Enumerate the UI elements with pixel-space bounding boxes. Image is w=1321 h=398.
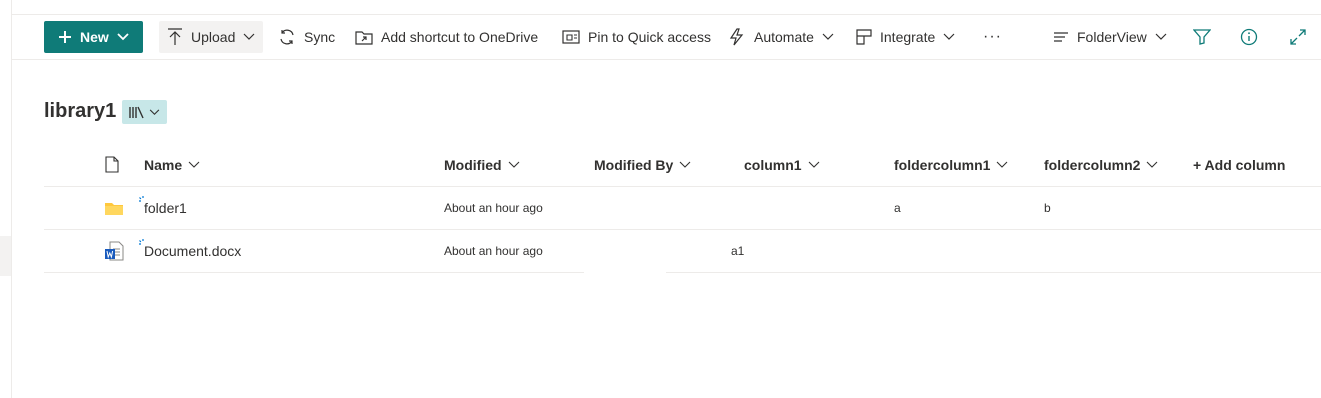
filter-icon [1193, 29, 1211, 45]
chevron-down-icon [1155, 33, 1167, 40]
chevron-down-icon [808, 161, 819, 168]
column-header-modified[interactable]: Modified [444, 157, 520, 173]
rail-tab[interactable] [0, 236, 11, 276]
automate-icon [729, 28, 744, 46]
library-icon [129, 106, 144, 118]
info-button[interactable] [1240, 21, 1258, 53]
file-type-icon [105, 156, 119, 173]
column-header-name[interactable]: Name [144, 157, 200, 173]
pin-icon [562, 30, 580, 44]
word-file-icon [105, 241, 124, 261]
column-header-column1[interactable]: column1 [744, 157, 820, 173]
filter-button[interactable] [1193, 21, 1211, 53]
plus-icon [59, 31, 71, 43]
chevron-down-icon [243, 33, 255, 40]
pin-quick-access-button[interactable]: Pin to Quick access [562, 21, 711, 53]
integrate-label: Integrate [880, 29, 936, 45]
automate-label: Automate [754, 29, 814, 45]
folder-icon [105, 203, 123, 215]
integrate-icon [856, 29, 872, 45]
upload-button[interactable]: Upload [159, 21, 264, 53]
sync-button[interactable]: Sync [278, 21, 335, 53]
more-icon: ··· [983, 28, 1002, 45]
sync-button-label: Sync [304, 29, 336, 45]
chevron-down-icon [188, 161, 200, 168]
column-header-foldercolumn2[interactable]: foldercolumn2 [1044, 157, 1158, 173]
chevron-down-icon [1147, 161, 1158, 168]
chevron-down-icon [117, 33, 129, 41]
chevron-down-icon [508, 161, 519, 168]
command-bar: New Upload Sync Add shortcut to OneDrive… [11, 15, 1321, 60]
column-header-foldercolumn1[interactable]: foldercolumn1 [894, 157, 1008, 173]
column-header-modified-label: Modified [444, 157, 502, 173]
chevron-down-icon [822, 33, 834, 40]
column-header-modified-by-label: Modified By [594, 157, 674, 173]
column-header-name-label: Name [144, 157, 183, 173]
add-column-button[interactable]: + Add column [1193, 157, 1285, 173]
redacted-area [584, 230, 666, 274]
view-selector-label: FolderView [1077, 29, 1147, 45]
table-row[interactable]: Document.docx About an hour ago a1 [44, 230, 1321, 273]
expand-icon [1290, 29, 1306, 45]
item-name-link[interactable]: folder1 [144, 200, 187, 216]
item-modified: About an hour ago [444, 201, 543, 215]
chevron-down-icon [943, 33, 955, 40]
library-view-button[interactable] [122, 100, 167, 124]
add-shortcut-label: Add shortcut to OneDrive [381, 29, 539, 45]
chevron-down-icon [679, 161, 691, 168]
pin-quick-access-label: Pin to Quick access [588, 29, 711, 45]
more-button[interactable]: ··· [983, 21, 1002, 53]
view-lines-icon [1054, 32, 1068, 42]
item-modified: About an hour ago [444, 244, 543, 258]
new-button[interactable]: New [44, 21, 143, 53]
new-button-label: New [80, 29, 109, 45]
chevron-down-icon [149, 108, 160, 115]
automate-button[interactable]: Automate [728, 21, 834, 53]
column-header-modified-by[interactable]: Modified By [594, 157, 691, 173]
table-header: Name Modified Modified By column1 folder… [44, 144, 1321, 187]
integrate-button[interactable]: Integrate [856, 21, 955, 53]
shortcut-icon [355, 31, 373, 45]
item-name-link[interactable]: Document.docx [144, 243, 241, 259]
upload-button-label: Upload [191, 29, 236, 45]
view-selector[interactable]: FolderView [1053, 21, 1167, 53]
library-title: library1 [44, 100, 117, 122]
column-header-foldercolumn2-label: foldercolumn2 [1044, 157, 1141, 173]
item-column1: a1 [731, 244, 745, 258]
item-foldercolumn2: b [1044, 201, 1051, 215]
column-header-column1-label: column1 [744, 157, 802, 173]
column-header-foldercolumn1-label: foldercolumn1 [894, 157, 991, 173]
sync-icon [280, 29, 294, 45]
table-row[interactable]: folder1 About an hour ago a b [44, 187, 1321, 230]
expand-button[interactable] [1290, 21, 1306, 53]
chevron-down-icon [997, 161, 1008, 168]
add-shortcut-button[interactable]: Add shortcut to OneDrive [355, 21, 538, 53]
info-icon [1240, 28, 1258, 46]
item-foldercolumn1: a [894, 201, 901, 215]
add-column-label: + Add column [1193, 157, 1286, 173]
upload-icon [168, 28, 182, 45]
